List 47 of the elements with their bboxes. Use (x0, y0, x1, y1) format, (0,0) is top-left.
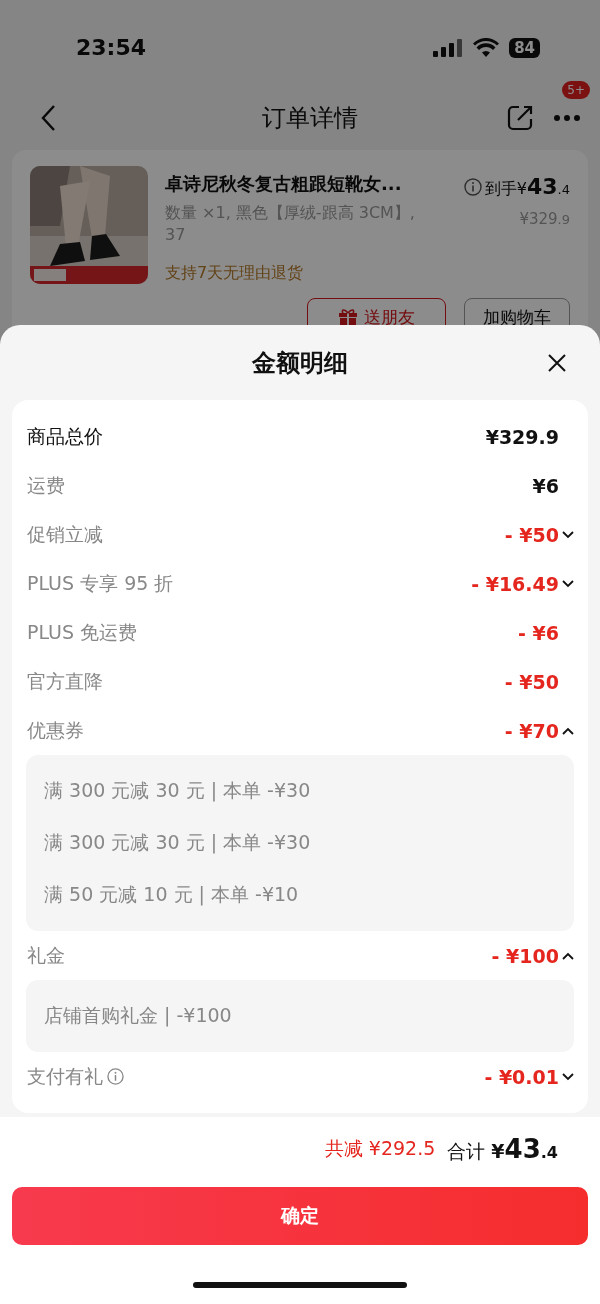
row-label: 商品总价 (27, 423, 103, 449)
row-label: PLUS 免运费 (27, 619, 138, 645)
row-amount: - ¥50 (504, 523, 559, 546)
row-amount: - ¥6 (518, 621, 559, 644)
wifi-icon (473, 38, 500, 57)
row-label: 官方直降 (27, 668, 103, 694)
battery-indicator: 84 (509, 37, 540, 58)
row-amount: ¥329.9 (485, 425, 559, 448)
info-icon[interactable] (107, 1068, 124, 1085)
back-icon[interactable] (40, 103, 56, 132)
row-label: PLUS 专享 95 折 (27, 570, 174, 596)
product-title[interactable]: 卓诗尼秋冬复古粗跟短靴女... (165, 172, 447, 196)
row-label: 促销立减 (27, 521, 103, 547)
final-price: 到手¥43.4 (484, 174, 570, 200)
expand-caret-icon[interactable] (562, 530, 574, 539)
detail-text: 满 50 元减 10 元 | 本单 -¥10 (44, 882, 299, 908)
row-amount: - ¥50 (504, 670, 559, 693)
total-saved: 共减 ¥292.5 (324, 1136, 436, 1161)
return-policy: 支持7天无理由退货 (165, 263, 305, 284)
sheet-title: 金额明细 (252, 347, 348, 379)
detail-text: 店铺首购礼金 | -¥100 (44, 1003, 232, 1029)
row-amount: - ¥70 (504, 719, 559, 742)
notification-badge: 5+ (562, 81, 590, 99)
row-label: 运费 (27, 472, 65, 498)
row-label: 礼金 (27, 942, 65, 968)
collapse-caret-icon[interactable] (562, 726, 574, 735)
status-time: 23:54 (76, 35, 147, 60)
total-price: 合计 ¥43.4 (447, 1133, 558, 1165)
share-icon[interactable] (506, 103, 534, 132)
row-amount: ¥6 (532, 474, 559, 497)
signal-icon (433, 38, 464, 57)
more-icon[interactable] (554, 114, 580, 121)
detail-text: 满 300 元减 30 元 | 本单 -¥30 (44, 778, 311, 804)
page-title: 订单详情 (262, 102, 358, 134)
confirm-button[interactable]: 确定 (12, 1187, 588, 1245)
info-icon[interactable] (463, 178, 482, 196)
row-label: 优惠券 (27, 717, 84, 743)
row-amount: - ¥16.49 (471, 572, 559, 595)
detail-text: 满 300 元减 30 元 | 本单 -¥30 (44, 830, 311, 856)
row-amount: - ¥100 (491, 944, 559, 967)
expand-caret-icon[interactable] (562, 1072, 574, 1081)
row-amount: - ¥0.01 (484, 1065, 559, 1088)
row-label: 支付有礼 (27, 1063, 103, 1089)
expand-caret-icon[interactable] (562, 579, 574, 588)
collapse-caret-icon[interactable] (562, 951, 574, 960)
original-price: ¥329.9 (519, 210, 570, 228)
close-icon[interactable] (547, 353, 567, 373)
